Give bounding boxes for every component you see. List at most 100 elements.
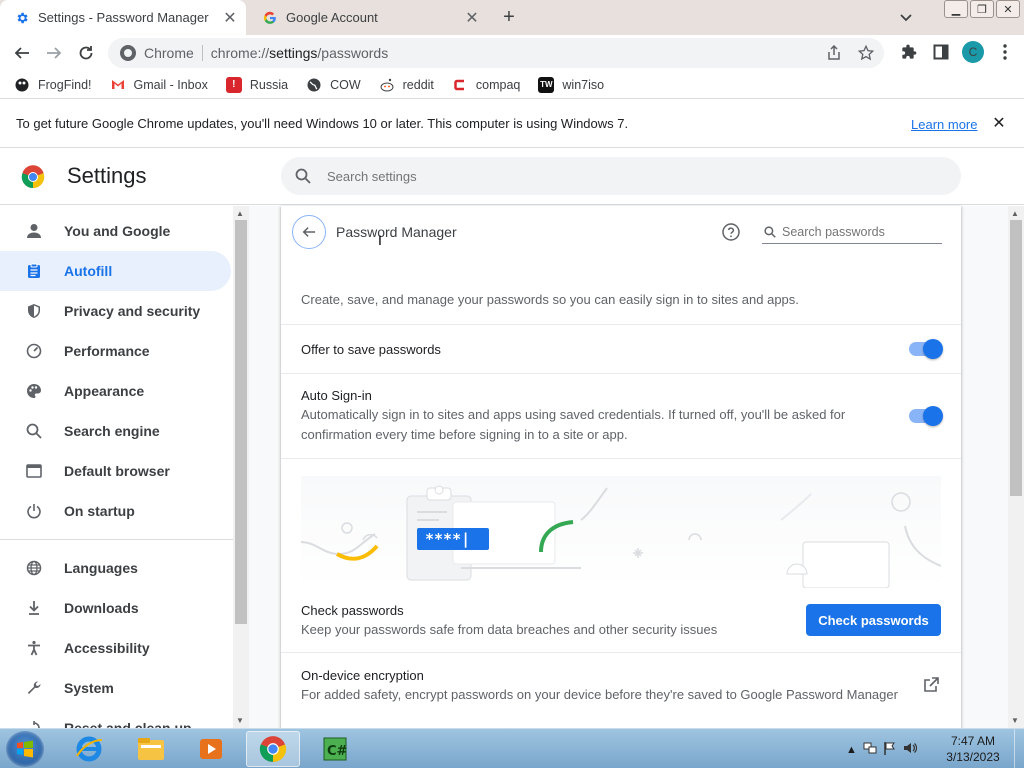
scrollbar-thumb[interactable] [235, 220, 247, 624]
sidebar-item-label: Performance [64, 343, 150, 359]
sidebar-item-search-engine[interactable]: Search engine [0, 411, 231, 451]
scroll-down-arrow[interactable]: ▼ [1011, 716, 1019, 725]
sidebar-item-privacy[interactable]: Privacy and security [0, 291, 231, 331]
volume-icon[interactable] [903, 741, 917, 758]
internet-explorer-taskbar-icon[interactable] [62, 731, 116, 767]
scroll-up-arrow[interactable]: ▲ [1011, 209, 1019, 218]
bookmark-gmail[interactable]: Gmail - Inbox [110, 77, 208, 93]
sidebar-item-you-and-google[interactable]: You and Google [0, 211, 231, 251]
sidebar-item-label: Privacy and security [64, 303, 201, 319]
windows-start-button[interactable] [6, 731, 44, 767]
bookmark-label: Russia [249, 77, 289, 92]
bookmark-compaq[interactable]: compaq [452, 77, 520, 93]
google-icon [262, 10, 278, 26]
profile-avatar[interactable]: C [962, 41, 984, 63]
auto-signin-label: Auto Sign-in [301, 388, 372, 403]
url-scheme: chrome:// [210, 45, 270, 61]
open-in-new-icon[interactable] [921, 675, 941, 695]
minimize-button[interactable]: ▁ [944, 0, 968, 18]
search-passwords-input[interactable] [782, 224, 932, 239]
password-manager-card: Password Manager Create, save, and manag… [281, 206, 961, 728]
update-infobar: To get future Google Chrome updates, you… [0, 100, 1024, 148]
taskbar-clock[interactable]: 7:47 AM 3/13/2023 [938, 733, 1008, 765]
file-explorer-taskbar-icon[interactable] [124, 731, 178, 767]
bookmark-star-icon[interactable] [856, 43, 876, 63]
search-settings-input[interactable] [327, 168, 727, 184]
sidebar-item-label: On startup [64, 503, 135, 519]
extensions-puzzle-icon[interactable] [898, 41, 920, 63]
sidebar-scrollbar[interactable]: ▲ ▼ [233, 206, 249, 728]
network-icon[interactable] [863, 741, 877, 758]
side-panel-icon[interactable] [930, 41, 952, 63]
bookmark-russia[interactable]: ! Russia [225, 76, 289, 93]
auto-signin-toggle[interactable] [909, 406, 943, 426]
media-player-taskbar-icon[interactable] [184, 731, 238, 767]
close-icon[interactable]: ✕ [990, 114, 1008, 132]
scroll-up-arrow[interactable]: ▲ [236, 209, 244, 218]
check-passwords-illustration: ****| [300, 476, 942, 589]
chrome-taskbar-icon[interactable] [246, 731, 300, 767]
new-tab-button[interactable]: + [498, 6, 520, 28]
clock-date: 3/13/2023 [946, 750, 1000, 764]
back-arrow-icon[interactable] [10, 41, 34, 65]
sidebar-item-accessibility[interactable]: Accessibility [0, 628, 231, 668]
site-info-chip[interactable]: Chrome [120, 45, 194, 61]
check-passwords-button[interactable]: Check passwords [806, 604, 941, 636]
learn-more-link[interactable]: Learn more [911, 117, 977, 132]
reload-icon[interactable] [74, 41, 98, 65]
offer-to-save-label: Offer to save passwords [301, 342, 441, 357]
action-center-flag-icon[interactable] [883, 741, 897, 758]
settings-search-box[interactable] [281, 157, 961, 195]
offer-to-save-toggle[interactable] [909, 339, 943, 359]
gear-icon [14, 10, 30, 26]
window-controls: ▁ ❐ ✕ [944, 0, 1020, 18]
tab-settings-password-manager[interactable]: Settings - Password Manager ✕ [0, 0, 246, 35]
tray-expand-icon[interactable]: ▲ [846, 744, 857, 756]
share-icon[interactable] [824, 43, 844, 63]
bookmark-cow[interactable]: COW [306, 77, 361, 93]
search-icon [762, 224, 778, 240]
close-window-button[interactable]: ✕ [996, 0, 1020, 18]
sidebar-item-downloads[interactable]: Downloads [0, 588, 231, 628]
bookmark-reddit[interactable]: reddit [379, 77, 434, 93]
bookmark-label: Gmail - Inbox [133, 77, 208, 92]
windows-taskbar: C# ▲ 7:47 AM 3/13/2023 [0, 728, 1024, 768]
toggle-knob [923, 339, 943, 359]
sidebar-item-autofill[interactable]: Autofill [0, 251, 231, 291]
chrome-site-icon [120, 45, 136, 61]
forward-arrow-icon[interactable] [42, 41, 66, 65]
help-icon[interactable] [721, 222, 741, 242]
maximize-button[interactable]: ❐ [970, 0, 994, 18]
reset-icon [24, 718, 44, 728]
password-manager-description: Create, save, and manage your passwords … [301, 292, 799, 307]
address-bar[interactable]: Chrome chrome://settings/passwords [108, 38, 884, 68]
main-scrollbar[interactable]: ▲ ▼ [1008, 206, 1024, 728]
sidebar-item-appearance[interactable]: Appearance [0, 371, 231, 411]
scrollbar-thumb[interactable] [1010, 220, 1022, 496]
chevron-down-icon[interactable] [896, 8, 916, 28]
speedometer-icon [24, 341, 44, 361]
sidebar-item-on-startup[interactable]: On startup [0, 491, 231, 531]
sidebar-item-performance[interactable]: Performance [0, 331, 231, 371]
bookmark-win7iso[interactable]: TW win7iso [538, 76, 604, 93]
sidebar-divider [0, 539, 233, 540]
sidebar-item-reset[interactable]: Reset and clean up [0, 708, 231, 728]
more-vert-icon[interactable] [994, 41, 1016, 63]
close-tab-icon[interactable]: ✕ [220, 8, 240, 28]
sidebar-item-system[interactable]: System [0, 668, 231, 708]
settings-header: Settings [0, 149, 1024, 205]
sidebar-item-label: Search engine [64, 423, 160, 439]
bookmark-frogfind[interactable]: FrogFind! [14, 77, 92, 93]
sidebar-item-languages[interactable]: Languages [0, 548, 231, 588]
csharp-taskbar-icon[interactable]: C# [308, 731, 362, 767]
sidebar-item-label: Autofill [64, 263, 113, 279]
tab-strip: Settings - Password Manager ✕ Google Acc… [0, 0, 1024, 35]
close-tab-icon[interactable]: ✕ [462, 8, 482, 28]
show-desktop-button[interactable] [1014, 729, 1024, 768]
back-button[interactable] [292, 215, 326, 249]
browser-icon [24, 461, 44, 481]
sidebar-item-default-browser[interactable]: Default browser [0, 451, 231, 491]
password-search-field[interactable] [762, 220, 942, 244]
scroll-down-arrow[interactable]: ▼ [236, 716, 244, 725]
tab-google-account[interactable]: Google Account ✕ [248, 0, 488, 35]
